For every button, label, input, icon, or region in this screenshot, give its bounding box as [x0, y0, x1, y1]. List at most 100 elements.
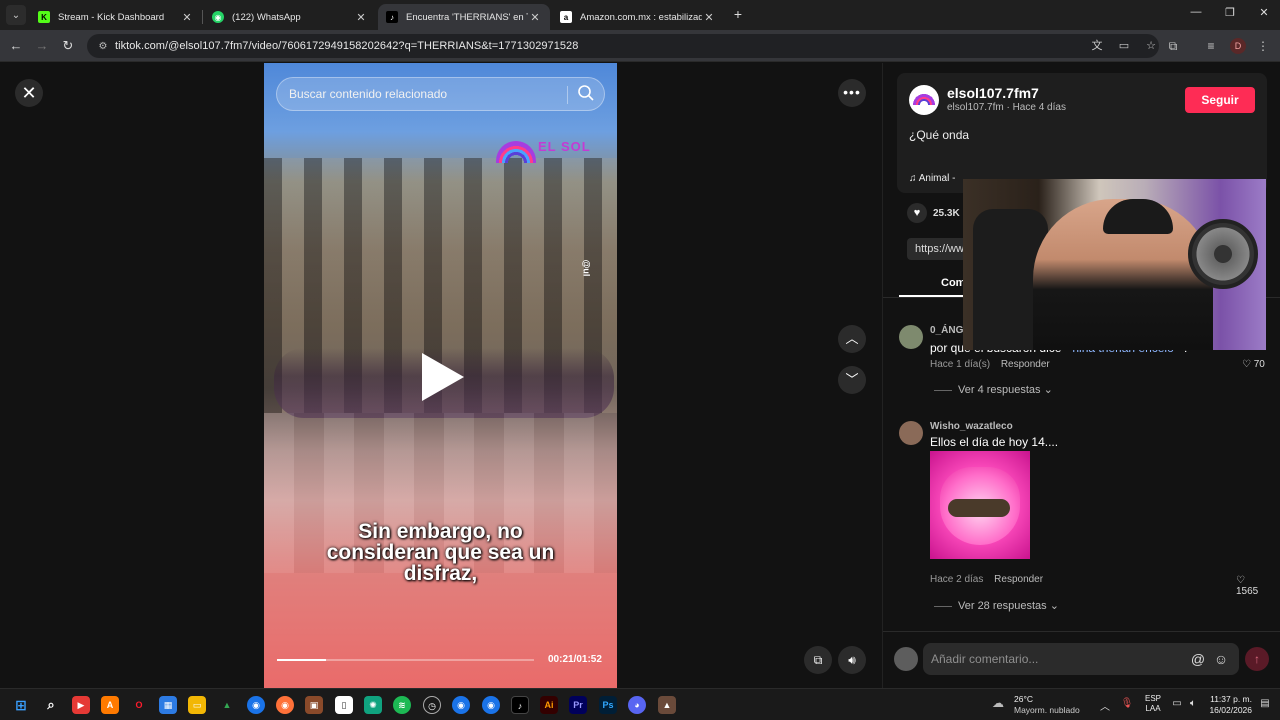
webcam-fan: [1188, 219, 1258, 289]
file-explorer-icon[interactable]: ▭: [188, 696, 206, 714]
minimize-icon[interactable]: —: [1188, 6, 1204, 18]
new-tab-button[interactable]: +: [731, 6, 745, 24]
next-video-button[interactable]: ﹀: [838, 366, 866, 394]
commenter-avatar[interactable]: [899, 325, 923, 349]
app-icon[interactable]: ▶: [72, 696, 90, 714]
author-avatar[interactable]: [909, 85, 939, 115]
tab-comments[interactable]: Comentarios: [941, 277, 963, 289]
tab-kick[interactable]: K Stream - Kick Dashboard ✕: [30, 4, 202, 30]
toolbar: ← → ↻ ⚙ tiktok.com/@elsol107.7fm7/video/…: [0, 30, 1280, 62]
menu-dots-icon[interactable]: ⋮: [1254, 37, 1272, 55]
related-search-input[interactable]: Buscar contenido relacionado: [276, 77, 605, 111]
commenter-username[interactable]: Wisho_wazatleco: [930, 421, 1013, 432]
chrome-icon[interactable]: ◉: [482, 696, 500, 714]
profile-avatar[interactable]: D: [1230, 38, 1246, 54]
tab-tiktok[interactable]: ♪ Encuentra 'THERRIANS' en TikTok ✕: [378, 4, 550, 30]
search-icon[interactable]: [577, 84, 597, 104]
view-replies-button[interactable]: Ver 28 respuestas ⌄: [934, 599, 1059, 612]
station-logo-text: EL SOL: [538, 139, 591, 154]
cast-icon[interactable]: ▭: [1116, 38, 1132, 54]
store-icon[interactable]: ▦: [159, 696, 177, 714]
restore-icon[interactable]: ❐: [1222, 6, 1238, 19]
more-options-button[interactable]: •••: [838, 79, 866, 107]
post-comment-button[interactable]: ↑: [1245, 647, 1269, 671]
tab-whatsapp[interactable]: ◉ (122) WhatsApp ✕: [204, 4, 376, 30]
display-icon[interactable]: ▭: [1170, 698, 1184, 709]
previous-video-button[interactable]: ︿: [838, 325, 866, 353]
close-video-button[interactable]: ✕: [15, 79, 43, 107]
play-icon[interactable]: [422, 353, 464, 401]
app-icon[interactable]: ◷: [423, 696, 441, 714]
close-tab-icon[interactable]: ✕: [528, 11, 542, 24]
close-tab-icon[interactable]: ✕: [702, 11, 716, 24]
weather-widget[interactable]: ☁ 26°C Mayorm. nublado: [992, 693, 1082, 717]
speaker-icon[interactable]: 🔈︎: [1186, 698, 1200, 709]
chevron-down-icon: ⌄: [1049, 600, 1059, 612]
notification-icon[interactable]: ▤: [1258, 698, 1272, 709]
commenter-avatar[interactable]: [899, 421, 923, 445]
author-username[interactable]: elsol107.7fm7: [947, 85, 1039, 101]
video-player[interactable]: Buscar contenido relacionado EL SOL @ul …: [264, 63, 617, 688]
view-replies-button[interactable]: Ver 4 respuestas ⌄: [934, 383, 1053, 396]
translate-icon[interactable]: 文: [1089, 38, 1105, 54]
mention-icon[interactable]: @: [1190, 651, 1206, 667]
reply-button[interactable]: Responder: [1001, 359, 1050, 370]
weather-temp: 26°C: [1014, 694, 1033, 704]
spotify-icon[interactable]: ≋: [393, 696, 411, 714]
photoshop-icon[interactable]: Ps: [599, 696, 617, 714]
chevron-down-icon: ⌄: [1043, 384, 1053, 396]
app-icon[interactable]: ▲: [658, 696, 676, 714]
extensions-icon[interactable]: ⧉: [1164, 37, 1182, 55]
follow-button[interactable]: Seguir: [1185, 87, 1255, 113]
chrome-icon[interactable]: ◉: [452, 696, 470, 714]
microphone-icon[interactable]: 🎙︎: [1120, 698, 1134, 709]
reload-icon[interactable]: ↻: [59, 37, 77, 55]
chatgpt-icon[interactable]: ✺: [364, 696, 382, 714]
firefox-icon[interactable]: ◉: [276, 696, 294, 714]
forward-icon[interactable]: →: [33, 37, 51, 55]
view-replies-label: Ver 28 respuestas: [958, 600, 1047, 612]
back-icon[interactable]: ←: [7, 37, 25, 55]
opera-icon[interactable]: O: [130, 696, 148, 714]
heart-icon[interactable]: ♥: [907, 203, 927, 223]
search-icon[interactable]: ⌕: [42, 696, 60, 714]
address-bar[interactable]: ⚙ tiktok.com/@elsol107.7fm7/video/760617…: [87, 34, 1159, 58]
volume-icon[interactable]: 🔊︎: [838, 646, 866, 674]
site-info-icon[interactable]: ⚙: [91, 41, 115, 52]
close-window-icon[interactable]: ✕: [1256, 6, 1272, 19]
language-indicator[interactable]: ESP LAA: [1145, 694, 1161, 714]
video-progress-bar[interactable]: [277, 659, 534, 661]
comment-like[interactable]: ♡ 70: [1242, 359, 1265, 370]
comment-sticker-image[interactable]: [930, 451, 1030, 559]
picture-in-picture-icon[interactable]: ⧉: [804, 646, 832, 674]
discord-icon[interactable]: ◕: [628, 696, 646, 714]
emoji-icon[interactable]: ☺: [1213, 651, 1229, 667]
app-icon[interactable]: A: [101, 696, 119, 714]
close-tab-icon[interactable]: ✕: [180, 11, 194, 24]
tab-search-icon[interactable]: ⌄: [6, 5, 26, 25]
chevron-up-icon[interactable]: ︿: [1098, 698, 1112, 713]
tiktok-icon[interactable]: ♪: [511, 696, 529, 714]
close-tab-icon[interactable]: ✕: [354, 11, 368, 24]
add-comment-input[interactable]: Añadir comentario... @ ☺: [923, 643, 1239, 675]
add-comment-placeholder: Añadir comentario...: [931, 652, 1039, 666]
file-icon[interactable]: ▯: [335, 696, 353, 714]
illustrator-icon[interactable]: Ai: [540, 696, 558, 714]
bookmark-star-icon[interactable]: ☆: [1143, 38, 1159, 54]
chrome-icon[interactable]: ◉: [247, 696, 265, 714]
reading-list-icon[interactable]: ≡: [1202, 37, 1220, 55]
tab-separator: [202, 10, 203, 24]
app-icon[interactable]: ▣: [305, 696, 323, 714]
windows-start-icon[interactable]: ⊞: [12, 696, 30, 714]
premiere-icon[interactable]: Pr: [569, 696, 587, 714]
post-music[interactable]: ♫ Animal -: [909, 173, 955, 184]
comment-like[interactable]: ♡ 1565: [1236, 575, 1269, 597]
omnibox-actions: 文 ▭ ☆: [1089, 38, 1159, 54]
taskbar-clock[interactable]: 11:37 p. m. 16/02/2026: [1206, 694, 1252, 716]
caption-line: Sin embargo, no: [358, 520, 523, 543]
google-drive-icon[interactable]: ▲: [218, 696, 236, 714]
reply-button[interactable]: Responder: [994, 574, 1043, 585]
tab-amazon[interactable]: a Amazon.com.mx : estabilizadores ✕: [552, 4, 724, 30]
heart-outline-icon: ♡: [1236, 575, 1245, 586]
copy-link-field[interactable]: https://ww: [907, 238, 967, 260]
